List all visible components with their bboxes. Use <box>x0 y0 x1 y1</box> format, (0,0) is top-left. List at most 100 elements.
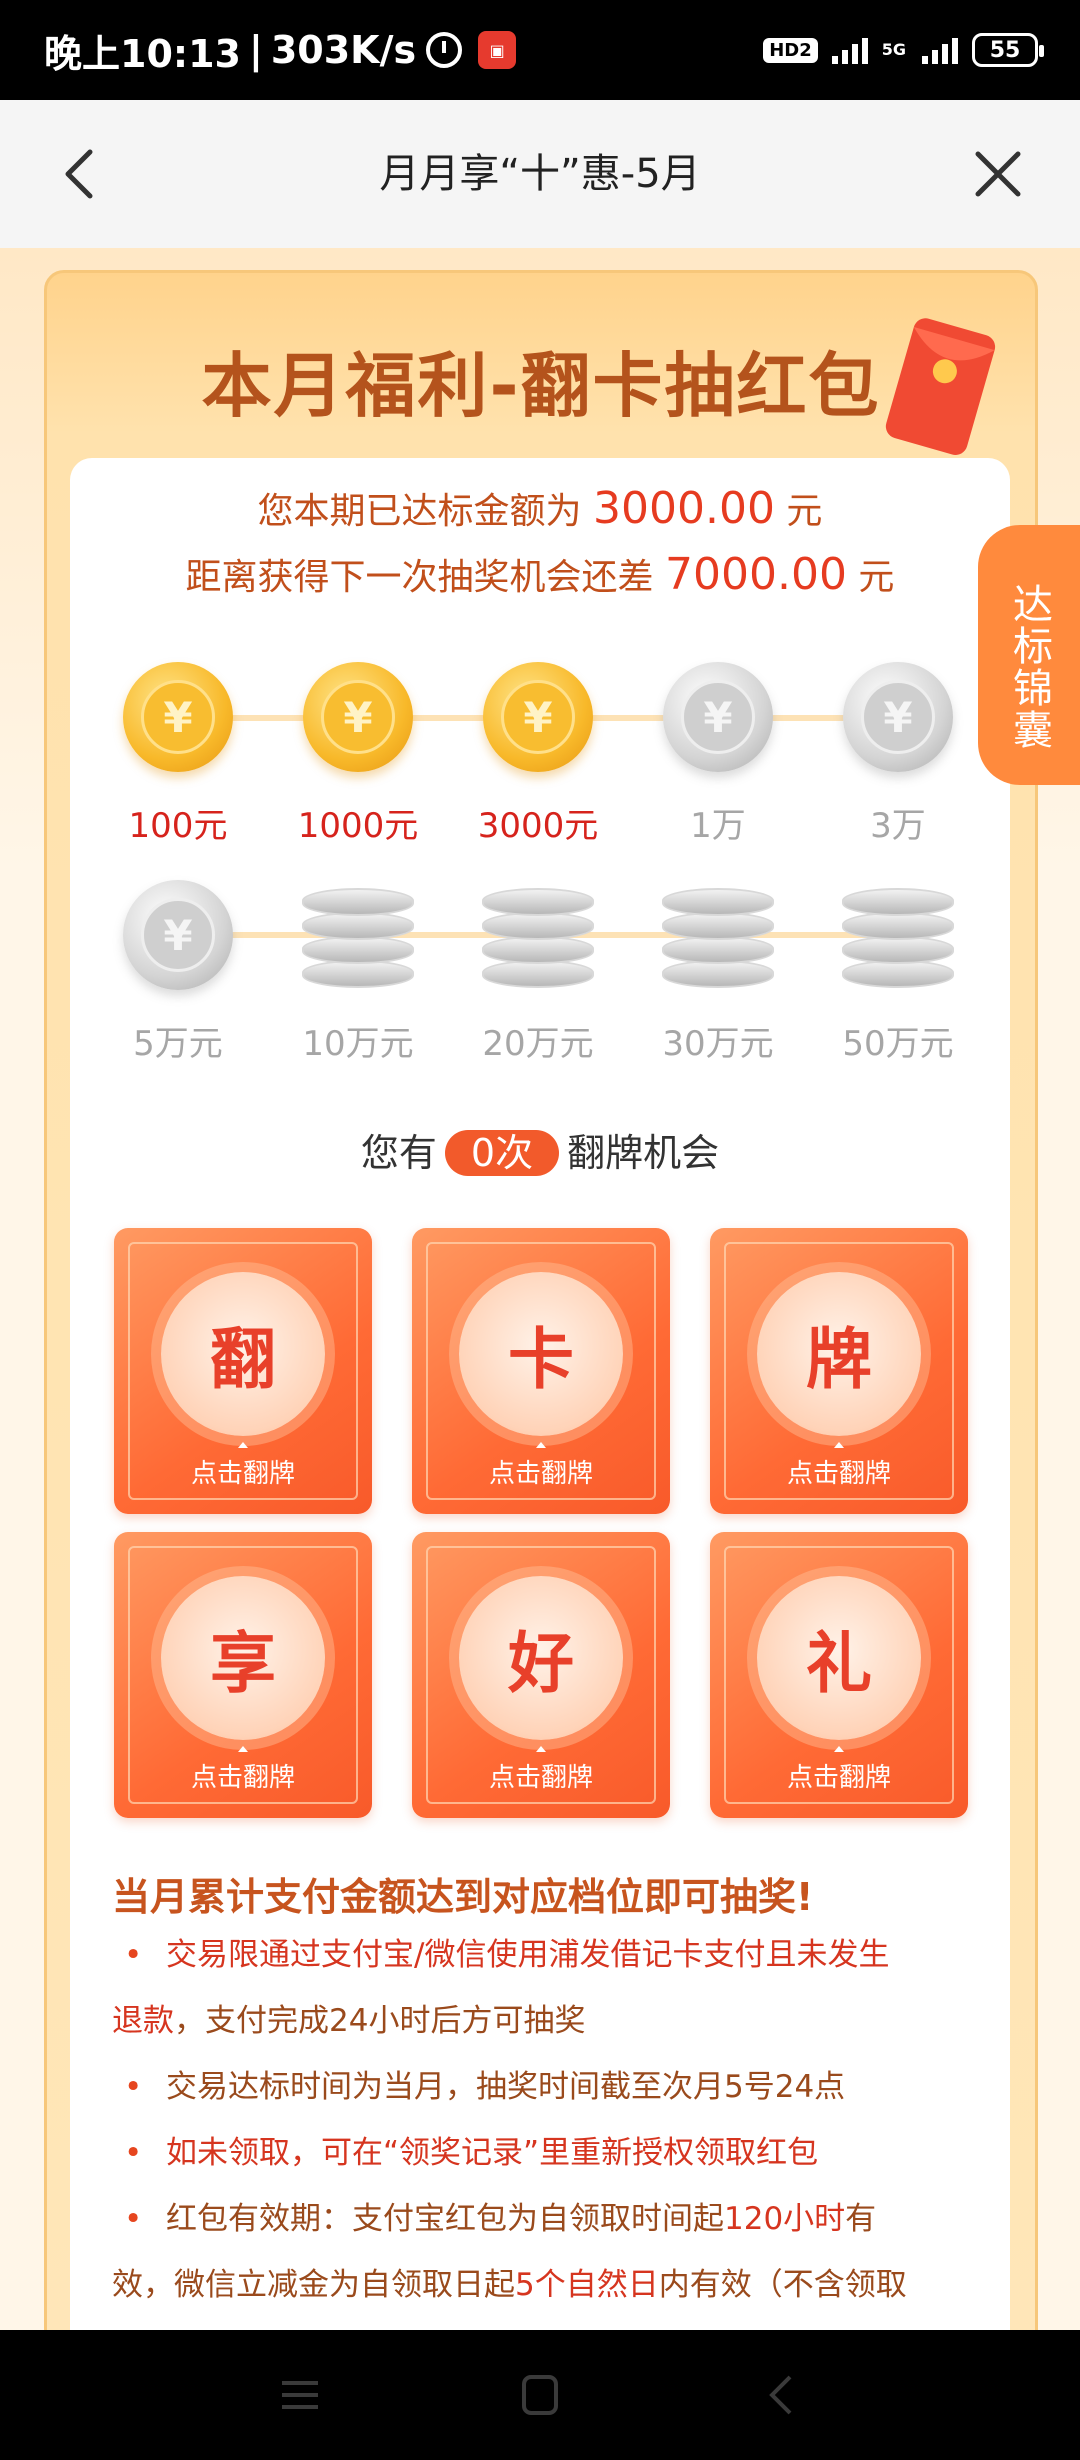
status-bar: 晚上10:13 | 303K/s ▣ HD2 5G 55 <box>0 0 1080 100</box>
milestone-3000: ¥ 3000元 <box>468 662 608 847</box>
status-time: 晚上10:13 <box>44 31 241 76</box>
rule-1: • 交易限通过支付宝/微信使用浦发借记卡支付且未发生 退款，支付完成24小时后方可… <box>112 1922 972 2054</box>
milestone-label: 20万元 <box>482 1024 594 1064</box>
app-notification-icon: ▣ <box>478 31 517 69</box>
signal-icon-2 <box>922 36 958 64</box>
bullet: • <box>124 2069 143 2105</box>
flip-card-6[interactable]: 礼 点击翻牌 <box>710 1532 968 1818</box>
card-tap-label: 点击翻牌 <box>786 1459 891 1489</box>
milestone-label: 1万 <box>690 806 746 846</box>
rule-4-a: 红包有效期：支付宝红包为自领取时间起 <box>166 2201 724 2237</box>
signal-icon <box>831 36 868 64</box>
card-tap-label: 点击翻牌 <box>786 1763 891 1793</box>
silver-coin-icon: ¥ <box>123 880 233 990</box>
coin-stack-icon <box>482 880 594 990</box>
card-char: 卡 <box>459 1272 623 1436</box>
status-right: HD2 5G 55 <box>763 0 1044 100</box>
flip-card-3[interactable]: 牌 点击翻牌 <box>710 1228 968 1514</box>
summary-2-unit: 元 <box>858 557 895 598</box>
flip-chances: 您有 0次 翻牌机会 <box>70 1122 1010 1177</box>
milestone-500k: 50万元 <box>828 880 968 1065</box>
back-icon[interactable] <box>752 2365 812 2425</box>
card-tap-label: 点击翻牌 <box>190 1763 295 1793</box>
rule-4-f: 内有效（不含领取 <box>658 2267 907 2303</box>
rule-3-text: 如未领取，可在“领奖记录”里重新授权领取红包 <box>166 2135 819 2171</box>
chances-prefix: 您有 <box>360 1131 437 1175</box>
milestone-label: 50万元 <box>842 1024 954 1064</box>
bullet: • <box>124 2135 143 2171</box>
milestone-300k: 30万元 <box>648 880 788 1065</box>
milestone-label: 1000元 <box>297 806 419 846</box>
summary-line-2: 距离获得下一次抽奖机会还差 7000.00 元 <box>70 548 1010 600</box>
milestone-label: 3万 <box>870 806 926 846</box>
chances-count-badge: 0次 <box>444 1130 560 1176</box>
coin-stack-icon <box>662 880 774 990</box>
summary-line-1: 您本期已达标金额为 3000.00 元 <box>70 482 1010 534</box>
close-icon[interactable] <box>968 144 1028 204</box>
red-envelope-icon <box>885 318 996 455</box>
status-separator: | <box>248 28 263 72</box>
tips-side-tab[interactable]: 达标锦囊 <box>978 525 1080 785</box>
milestone-1000: ¥ 1000元 <box>288 662 428 847</box>
card-tap-label: 点击翻牌 <box>488 1459 593 1489</box>
gold-coin-icon: ¥ <box>303 662 413 772</box>
milestone-100: ¥ 100元 <box>108 662 248 847</box>
achieved-amount: 3000.00 <box>593 483 775 534</box>
system-nav-bar <box>0 2330 1080 2460</box>
silver-coin-icon: ¥ <box>843 662 953 772</box>
remaining-amount: 7000.00 <box>665 549 847 600</box>
nav-bar: 月月享“十”惠-5月 <box>0 100 1080 248</box>
chances-suffix: 翻牌机会 <box>567 1131 720 1175</box>
home-icon[interactable] <box>510 2365 570 2425</box>
rule-4-c: 有 <box>845 2201 877 2237</box>
rule-2: • 交易达标时间为当月，抽奖时间截至次月5号24点 <box>112 2054 972 2120</box>
hd-badge: HD2 <box>763 37 818 63</box>
flip-card-5[interactable]: 好 点击翻牌 <box>412 1532 670 1818</box>
card-char: 礼 <box>757 1576 921 1740</box>
milestone-label: 3000元 <box>477 806 599 846</box>
rules-title: 当月累计支付金额达到对应档位即可抽奖! <box>112 1875 814 1919</box>
milestone-200k: 20万元 <box>468 880 608 1065</box>
gold-coin-icon: ¥ <box>123 662 233 772</box>
card-tap-label: 点击翻牌 <box>488 1763 593 1793</box>
silver-coin-icon: ¥ <box>663 662 773 772</box>
bullet: • <box>124 1937 143 1973</box>
milestone-10k: ¥ 1万 <box>648 662 788 847</box>
summary-1-unit: 元 <box>786 491 823 532</box>
status-speed: 303K/s <box>270 28 417 72</box>
rule-3: • 如未领取，可在“领奖记录”里重新授权领取红包 <box>112 2120 972 2186</box>
page-title: 月月享“十”惠-5月 <box>379 151 701 197</box>
menu-icon[interactable] <box>270 2365 330 2425</box>
card-char: 享 <box>161 1576 325 1740</box>
milestone-30k: ¥ 3万 <box>828 662 968 847</box>
flip-card-1[interactable]: 翻 点击翻牌 <box>114 1228 372 1514</box>
alarm-icon <box>426 32 463 68</box>
summary-2-text: 距离获得下一次抽奖机会还差 <box>185 557 654 598</box>
rule-1-text: 交易限通过支付宝/微信使用浦发借记卡支付且未发生 <box>166 1937 890 1973</box>
gold-coin-icon: ¥ <box>483 662 593 772</box>
status-left: 晚上10:13 | 303K/s ▣ <box>44 0 517 100</box>
rule-4-b: 120小时 <box>724 2201 846 2237</box>
card-char: 牌 <box>757 1272 921 1436</box>
flip-card-4[interactable]: 享 点击翻牌 <box>114 1532 372 1818</box>
coin-stack-icon <box>302 880 414 990</box>
milestone-label: 10万元 <box>302 1024 414 1064</box>
card-char: 好 <box>459 1576 623 1740</box>
battery-icon: 55 <box>972 33 1044 67</box>
milestone-label: 5万元 <box>133 1024 223 1064</box>
rule-4-d: 效，微信立减金为自领取日起 <box>112 2267 515 2303</box>
bullet: • <box>124 2201 143 2237</box>
rule-1-refund: 退款 <box>112 2003 174 2039</box>
rule-2-text: 交易达标时间为当月，抽奖时间截至次月5号24点 <box>166 2069 846 2105</box>
rule-1-tail: ，支付完成24小时后方可抽奖 <box>174 2003 586 2039</box>
network-label: 5G <box>881 40 906 59</box>
card-char: 翻 <box>161 1272 325 1436</box>
milestone-label: 30万元 <box>662 1024 774 1064</box>
coin-stack-icon <box>842 880 954 990</box>
milestone-100k: 10万元 <box>288 880 428 1065</box>
milestone-50k: ¥ 5万元 <box>108 880 248 1065</box>
flip-card-2[interactable]: 卡 点击翻牌 <box>412 1228 670 1514</box>
rule-4-e: 5个自然日 <box>515 2267 659 2303</box>
milestone-label: 100元 <box>128 806 228 846</box>
rule-4: • 红包有效期：支付宝红包为自领取时间起120小时有 效，微信立减金为自领取日起5… <box>112 2186 972 2318</box>
